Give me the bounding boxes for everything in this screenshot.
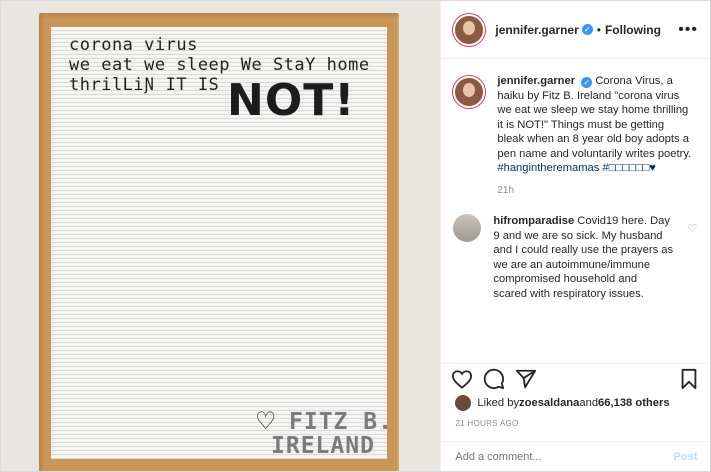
comment-body: hifromparadise Covid19 here. Day 9 and w… [493,214,673,301]
following-button[interactable]: Following [605,23,661,37]
caption-avatar[interactable] [453,76,486,108]
caption-username[interactable]: jennifer.garner [497,75,575,87]
post-comment-button[interactable]: Post [674,451,698,463]
board-line-3: thrilLiƝ IT IS [69,75,220,95]
caption-hashtags[interactable]: #hangintheremamas #□□□□□□♥ [497,162,656,174]
liker-avatar[interactable] [455,395,472,411]
likes-summary: Liked by zoesaldana and 66,138 others [455,395,670,411]
verified-badge-icon: ✓ [581,77,593,88]
like-heart-icon[interactable] [451,369,473,389]
letter-board-frame: corona virus we eat we sleep We StaY hom… [39,13,399,471]
more-options-icon[interactable]: ••• [678,21,698,39]
separator-dot: • [596,22,601,37]
comment-bubble-icon[interactable] [483,368,505,390]
posted-timestamp[interactable]: 21 HOURS AGO [455,419,518,428]
letter-board: corona virus we eat we sleep We StaY hom… [51,27,392,459]
like-comment-heart-icon[interactable]: ♡ [688,222,698,301]
board-signature-line-2: IRELAND [271,433,375,459]
post-header: jennifer.garner ✓ • Following ••• [441,1,710,59]
board-not-word: NOT! [227,75,356,126]
post-photo[interactable]: corona virus we eat we sleep We StaY hom… [1,1,441,471]
likes-count[interactable]: 66,138 others [598,397,670,409]
avatar[interactable] [453,13,486,46]
heart-icon: ♡ [255,407,277,435]
likes-middle: and [579,397,599,409]
caption-text: Corona Virus, a haiku by Fitz B. Ireland… [497,75,692,160]
comment-avatar[interactable] [453,214,482,242]
header-username[interactable]: jennifer.garner [495,23,578,37]
add-comment-bar: Post [441,441,710,471]
board-line-2: we eat we sleep We StaY home [69,55,370,75]
caption-body: jennifer.garner ✓ Corona Virus, a haiku … [497,74,693,198]
post-side-panel: jennifer.garner ✓ • Following ••• jennif… [440,1,710,471]
liker-username[interactable]: zoesaldana [519,397,579,409]
board-signature-line-1: FITZ B. [289,409,393,435]
list-item: hifromparadise Covid19 here. Day 9 and w… [441,198,709,301]
caption: jennifer.garner ✓ Corona Virus, a haiku … [441,60,709,198]
caption-timestamp[interactable]: 21h [497,184,693,199]
action-bar [441,363,710,393]
comment-username[interactable]: hifromparadise [493,215,574,227]
instagram-post: corona virus we eat we sleep We StaY hom… [0,0,711,472]
comment-input[interactable] [453,449,674,464]
share-paper-plane-icon[interactable] [515,368,537,390]
verified-badge-icon: ✓ [581,24,593,35]
comment-text: Covid19 here. Day 9 and we are so sick. … [493,215,674,300]
likes-prefix: Liked by [477,397,520,409]
bookmark-icon[interactable] [679,368,699,390]
comments-list[interactable]: jennifer.garner ✓ Corona Virus, a haiku … [441,60,709,363]
board-line-1: corona virus [69,35,198,55]
